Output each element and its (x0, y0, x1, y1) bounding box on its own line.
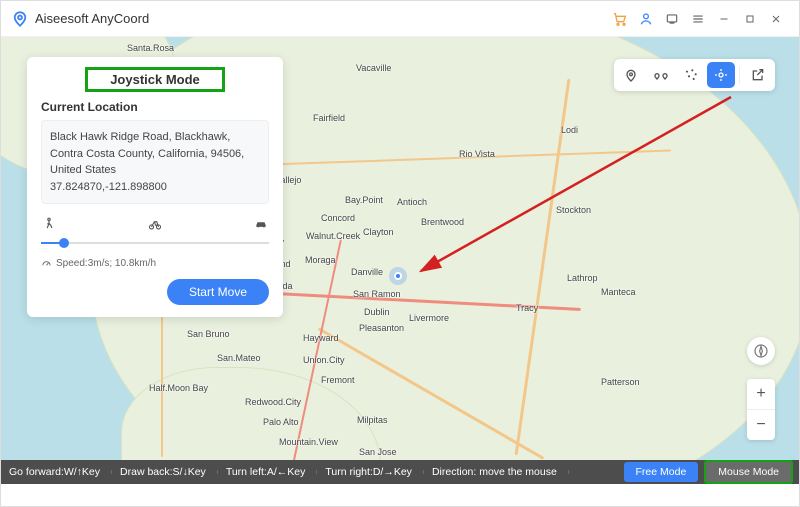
city-label: San Jose (359, 447, 397, 457)
maximize-button[interactable] (737, 6, 763, 32)
user-icon[interactable] (633, 6, 659, 32)
bike-icon[interactable] (147, 216, 163, 232)
city-label: Stockton (556, 205, 591, 215)
location-marker (389, 267, 407, 285)
city-label: Dublin (364, 307, 390, 317)
joystick-panel: Joystick Mode Current Location Black Haw… (27, 57, 283, 317)
app-title: Aiseesoft AnyCoord (35, 11, 607, 26)
speed-slider[interactable] (41, 236, 269, 250)
city-label: Half.Moon Bay (149, 383, 208, 393)
city-label: Brentwood (421, 217, 464, 227)
city-label: Rio Vista (459, 149, 495, 159)
zoom-out-button[interactable]: − (747, 410, 775, 440)
city-label: Concord (321, 213, 355, 223)
speed-readout: Speed:3m/s; 10.8km/h (41, 258, 269, 269)
car-icon[interactable] (253, 216, 269, 232)
hint-forward: Go forward:W/↑Key (1, 466, 112, 478)
hint-direction: Direction: move the mouse (424, 466, 569, 478)
city-label: Tracy (516, 303, 538, 313)
city-label: Lathrop (567, 273, 598, 283)
one-stop-button[interactable] (647, 62, 675, 88)
city-label: Danville (351, 267, 383, 277)
toolbar-separator (739, 66, 740, 84)
walk-icon[interactable] (41, 216, 57, 232)
city-label: San Bruno (187, 329, 230, 339)
city-label: Patterson (601, 377, 640, 387)
address-text: Black Hawk Ridge Road, Blackhawk, Contra… (50, 129, 260, 179)
zoom-control: + − (747, 379, 775, 440)
free-mode-button[interactable]: Free Mode (624, 462, 699, 482)
coords-text: 37.824870,-121.898800 (50, 179, 260, 196)
export-button[interactable] (744, 62, 772, 88)
speed-mode-row (41, 216, 269, 232)
city-label: Santa.Rosa (127, 43, 174, 53)
city-label: Mountain.View (279, 437, 338, 447)
city-label: Fairfield (313, 113, 345, 123)
minimize-button[interactable] (711, 6, 737, 32)
footer-bar: Go forward:W/↑Key Draw back:S/↓Key Turn … (1, 460, 799, 484)
city-label: Antioch (397, 197, 427, 207)
mode-toolbar (614, 59, 775, 91)
city-label: Hayward (303, 333, 339, 343)
city-label: Manteca (601, 287, 636, 297)
city-label: Clayton (363, 227, 394, 237)
close-button[interactable] (763, 6, 789, 32)
city-label: Bay.Point (345, 195, 383, 205)
menu-icon[interactable] (685, 6, 711, 32)
compass-button[interactable] (747, 337, 775, 365)
city-label: Moraga (305, 255, 336, 265)
feedback-icon[interactable] (659, 6, 685, 32)
title-bar: Aiseesoft AnyCoord (1, 1, 799, 37)
city-label: San Ramon (353, 289, 401, 299)
cart-icon[interactable] (607, 6, 633, 32)
zoom-in-button[interactable]: + (747, 379, 775, 409)
start-move-button[interactable]: Start Move (167, 279, 269, 305)
city-label: Milpitas (357, 415, 388, 425)
joystick-mode-button[interactable] (707, 62, 735, 88)
current-location-label: Current Location (41, 100, 269, 114)
city-label: Pleasanton (359, 323, 404, 333)
city-label: Redwood.City (245, 397, 301, 407)
app-window: Aiseesoft AnyCoord Santa.Rosa Petaluma N… (0, 0, 800, 507)
content-area: Santa.Rosa Petaluma Novato Vacaville Fai… (1, 37, 799, 484)
hint-right: Turn right:D/→Key (317, 466, 424, 478)
gauge-icon (41, 258, 52, 269)
city-label: Lodi (561, 125, 578, 135)
app-logo-icon (11, 10, 29, 28)
panel-title: Joystick Mode (85, 67, 225, 92)
city-label: Walnut.Creek (306, 231, 360, 241)
modify-location-button[interactable] (617, 62, 645, 88)
address-box: Black Hawk Ridge Road, Blackhawk, Contra… (41, 120, 269, 204)
hint-left: Turn left:A/←Key (218, 466, 318, 478)
mouse-mode-button[interactable]: Mouse Mode (704, 460, 793, 484)
hint-back: Draw back:S/↓Key (112, 466, 218, 478)
multi-stop-button[interactable] (677, 62, 705, 88)
city-label: Palo Alto (263, 417, 299, 427)
city-label: Livermore (409, 313, 449, 323)
city-label: Fremont (321, 375, 355, 385)
city-label: San.Mateo (217, 353, 261, 363)
city-label: Vacaville (356, 63, 391, 73)
city-label: Union.City (303, 355, 345, 365)
